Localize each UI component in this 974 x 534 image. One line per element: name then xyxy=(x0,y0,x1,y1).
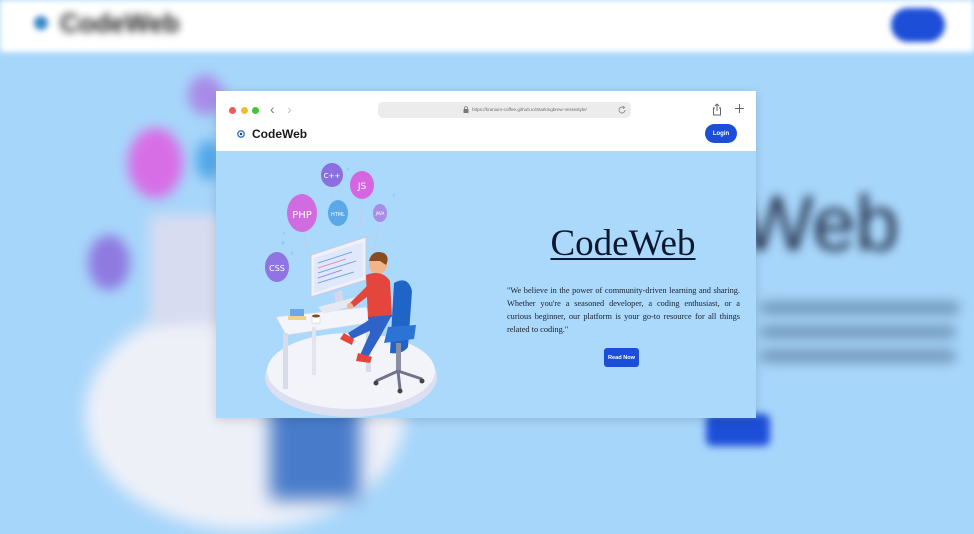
read-now-button[interactable]: Read Now xyxy=(604,348,639,367)
forward-arrow-icon[interactable]: › xyxy=(287,102,292,116)
background-title-fragment: Web xyxy=(740,179,899,267)
site-brand[interactable]: CodeWeb xyxy=(252,127,307,141)
bubble-label: JS xyxy=(357,182,367,192)
close-window-button[interactable] xyxy=(229,107,236,114)
background-brand: CodeWeb xyxy=(60,8,180,38)
address-bar[interactable]: https://kranium-coffee.github.io/Starkin… xyxy=(378,102,631,118)
bubble-label: CSS xyxy=(269,264,285,273)
lock-icon xyxy=(463,106,469,113)
url-text: https://kranium-coffee.github.io/Starkin… xyxy=(472,107,587,112)
browser-chrome: ‹ › https://kranium-coffee.github.io/Sta… xyxy=(216,91,756,151)
hero-title: CodeWeb xyxy=(550,223,696,264)
background-text-line xyxy=(760,326,956,338)
hero-quote: "We believe in the power of community-dr… xyxy=(507,286,740,334)
back-arrow-icon[interactable]: ‹ xyxy=(270,102,275,116)
bubble-label: PHP xyxy=(292,210,312,221)
minimize-window-button[interactable] xyxy=(241,107,248,114)
login-button[interactable]: Login xyxy=(705,124,737,143)
logo-icon xyxy=(237,130,245,138)
background-text-line xyxy=(760,350,956,362)
background-logo-icon xyxy=(34,16,48,30)
background-text-line xyxy=(760,302,960,314)
browser-window: ‹ › https://kranium-coffee.github.io/Sta… xyxy=(216,91,756,418)
share-icon[interactable] xyxy=(712,103,722,116)
background-login-button xyxy=(891,8,945,42)
background-bubble xyxy=(88,235,130,290)
bubble-label: JAVA xyxy=(375,211,385,216)
developer-illustration: C++ JS PHP HTML JAVA CSS xyxy=(265,163,437,417)
maximize-window-button[interactable] xyxy=(252,107,259,114)
bubble-label: C++ xyxy=(324,172,341,180)
reload-icon[interactable] xyxy=(617,105,627,115)
background-read-button xyxy=(706,414,770,446)
background-bubble xyxy=(128,128,183,198)
plus-icon[interactable] xyxy=(734,103,745,114)
bubble-label: HTML xyxy=(331,212,345,218)
